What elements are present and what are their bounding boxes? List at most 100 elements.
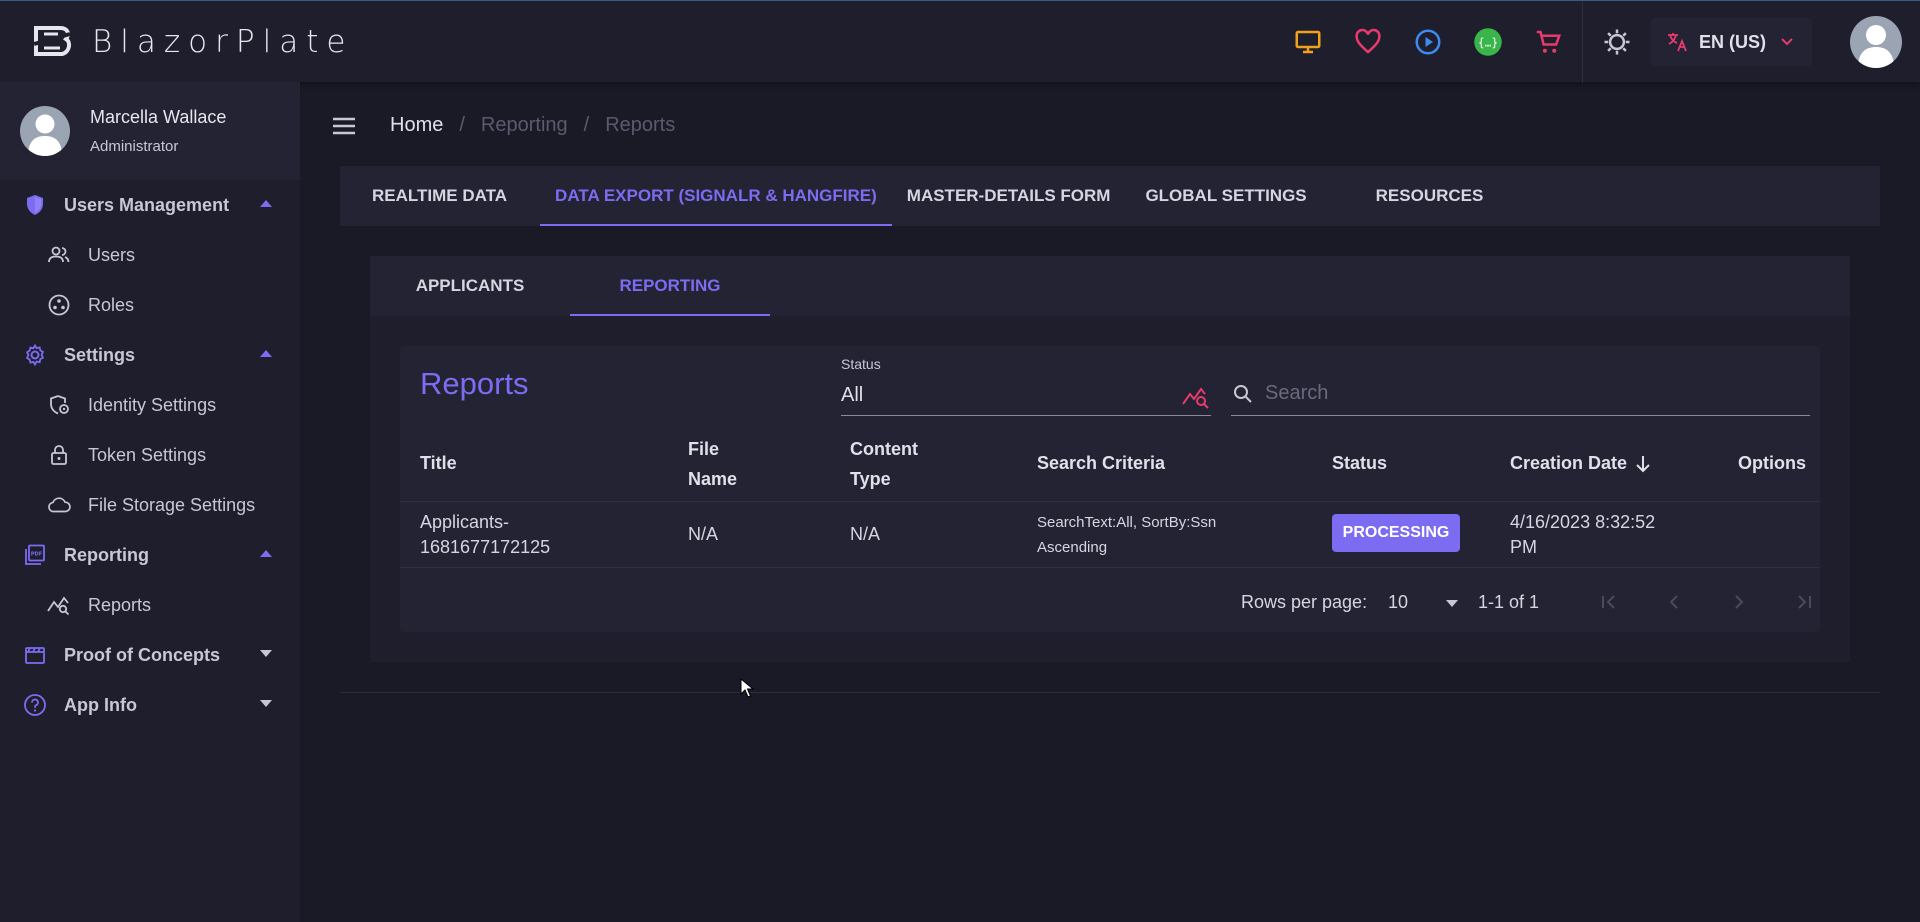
nav-group-reporting[interactable]: PDF Reporting [0,530,300,580]
column-header-title[interactable]: Title [420,448,457,478]
profile-name: Marcella Wallace [90,107,227,127]
brand-logo[interactable]: BlazorPlate [30,22,353,62]
tab-global-settings[interactable]: GLOBAL SETTINGS [1130,166,1321,226]
nav-group-label: Settings [64,344,136,365]
svg-text:{…}: {…} [1478,36,1498,49]
column-header-search-criteria[interactable]: Search Criteria [1037,448,1165,478]
shield-settings-icon [46,392,72,418]
search-field[interactable] [1231,370,1810,416]
main-tabs: REALTIME DATA DATA EXPORT (SIGNALR & HAN… [340,166,1880,226]
sidebar-item-label: Token Settings [88,444,207,465]
rows-per-page-select[interactable]: 10 [1388,588,1458,618]
cell-creation-date-line1: 4/16/2023 8:32:52 [1510,512,1656,532]
movie-icon [22,642,48,668]
breadcrumb-separator: / [459,114,465,136]
svg-text:PDF: PDF [31,552,42,558]
tab-reporting[interactable]: REPORTING [570,256,770,316]
last-page-button[interactable] [1786,584,1822,620]
tab-data-export[interactable]: DATA EXPORT (SIGNALR & HANGFIRE) [540,166,892,226]
shield-icon [22,192,48,218]
chevron-right-icon [1735,595,1744,609]
cart-icon[interactable] [1518,12,1578,72]
pager-range: 1-1 of 1 [1478,592,1540,612]
sidebar-item-roles[interactable]: Roles [0,280,300,330]
breadcrumb: Home / Reporting / Reports [390,114,675,137]
arrow-down-icon[interactable] [1634,454,1652,474]
sidebar-item-label: File Storage Settings [88,494,256,515]
profile-avatar [20,106,70,156]
search-underline [1231,415,1810,416]
tab-master-details-form[interactable]: MASTER-DETAILS FORM [892,166,1126,226]
monitor-icon[interactable] [1278,12,1338,72]
pdf-icon: PDF [22,542,48,568]
previous-page-button[interactable] [1656,584,1692,620]
search-input[interactable] [1265,378,1805,408]
column-header-file-name-line2[interactable]: Name [688,464,737,494]
nav-group-settings[interactable]: Settings [0,330,300,380]
language-selector[interactable]: EN (US) [1651,18,1812,66]
first-page-icon [1602,595,1615,609]
breadcrumb-item-reports: Reports [605,114,676,136]
cell-creation-date-line2: PM [1510,537,1537,557]
nav-group-app-info[interactable]: App Info [0,680,300,730]
sidebar-item-reports[interactable]: Reports [0,580,300,630]
chevron-down-icon [1446,600,1458,607]
chart-search-icon[interactable] [1181,382,1211,412]
status-filter[interactable]: Status All [841,356,1211,416]
play-circle-icon[interactable] [1398,12,1458,72]
column-header-options: Options [1738,453,1806,473]
nav-group-proof-of-concepts[interactable]: Proof of Concepts [0,630,300,680]
api-icon[interactable]: {…} [1458,12,1518,72]
nav-group-users-management[interactable]: Users Management [0,180,300,230]
first-page-button[interactable] [1591,584,1627,620]
tab-applicants[interactable]: APPLICANTS [370,256,570,316]
table-row[interactable]: Applicants- 1681677172125 N/A N/A Search… [400,502,1820,568]
sidebar-item-label: Users [88,244,136,265]
rows-per-page-value: 10 [1388,592,1409,612]
tab-realtime-data[interactable]: REALTIME DATA [357,166,522,226]
sidebar-item-token-settings[interactable]: Token Settings [0,430,300,480]
cloud-icon [46,492,72,518]
reports-title: Reports [420,366,529,401]
status-badge[interactable]: PROCESSING [1332,514,1460,552]
brand-logo-icon [33,25,72,56]
cell-search-criteria-line1: SearchText:All, SortBy:Ssn [1037,514,1217,531]
sidebar-item-label: Identity Settings [88,394,217,415]
cell-content-type: N/A [850,524,881,544]
nav-group-label: App Info [64,694,137,715]
chevron-down-icon [1781,38,1793,46]
gear-icon [22,342,48,368]
last-page-icon [1798,595,1811,609]
breadcrumb-item-home[interactable]: Home [390,114,443,137]
sidebar-item-file-storage-settings[interactable]: File Storage Settings [0,480,300,530]
column-header-status[interactable]: Status [1332,448,1387,478]
breadcrumb-separator: / [583,114,590,136]
rows-per-page-label: Rows per page: [1241,592,1368,612]
next-page-button[interactable] [1721,584,1757,620]
cell-search-criteria-line2: Ascending [1037,539,1108,556]
sidebar-item-identity-settings[interactable]: Identity Settings [0,380,300,430]
menu-toggle-button[interactable] [328,112,360,140]
search-icon [1234,385,1252,403]
chevron-down-icon [260,700,272,707]
sidebar: Marcella Wallace Administrator Users Man… [0,82,300,922]
user-avatar[interactable] [1850,16,1902,68]
sidebar-item-users[interactable]: Users [0,230,300,280]
cell-file-name: N/A [688,524,719,544]
column-header-content-type-line2[interactable]: Type [850,464,891,494]
profile-card[interactable]: Marcella Wallace Administrator [0,82,300,180]
chevron-left-icon [1669,595,1678,609]
column-header-creation-date[interactable]: Creation Date [1510,448,1627,478]
chevron-up-icon [260,350,272,357]
translate-icon [1668,33,1687,52]
tab-resources[interactable]: RESOURCES [1361,166,1499,226]
help-circle-icon [22,692,48,718]
brand-name: BlazorPlate [92,23,354,60]
heart-icon[interactable] [1338,12,1398,72]
theme-icon[interactable] [1587,12,1647,72]
column-header-file-name-line1[interactable]: File [688,434,719,464]
cell-title-line1: Applicants- [420,512,510,532]
chevron-up-icon [260,200,272,207]
column-header-content-type-line1[interactable]: Content [850,434,918,464]
table-pager: Rows per page: 10 1-1 of 1 [400,570,1820,632]
